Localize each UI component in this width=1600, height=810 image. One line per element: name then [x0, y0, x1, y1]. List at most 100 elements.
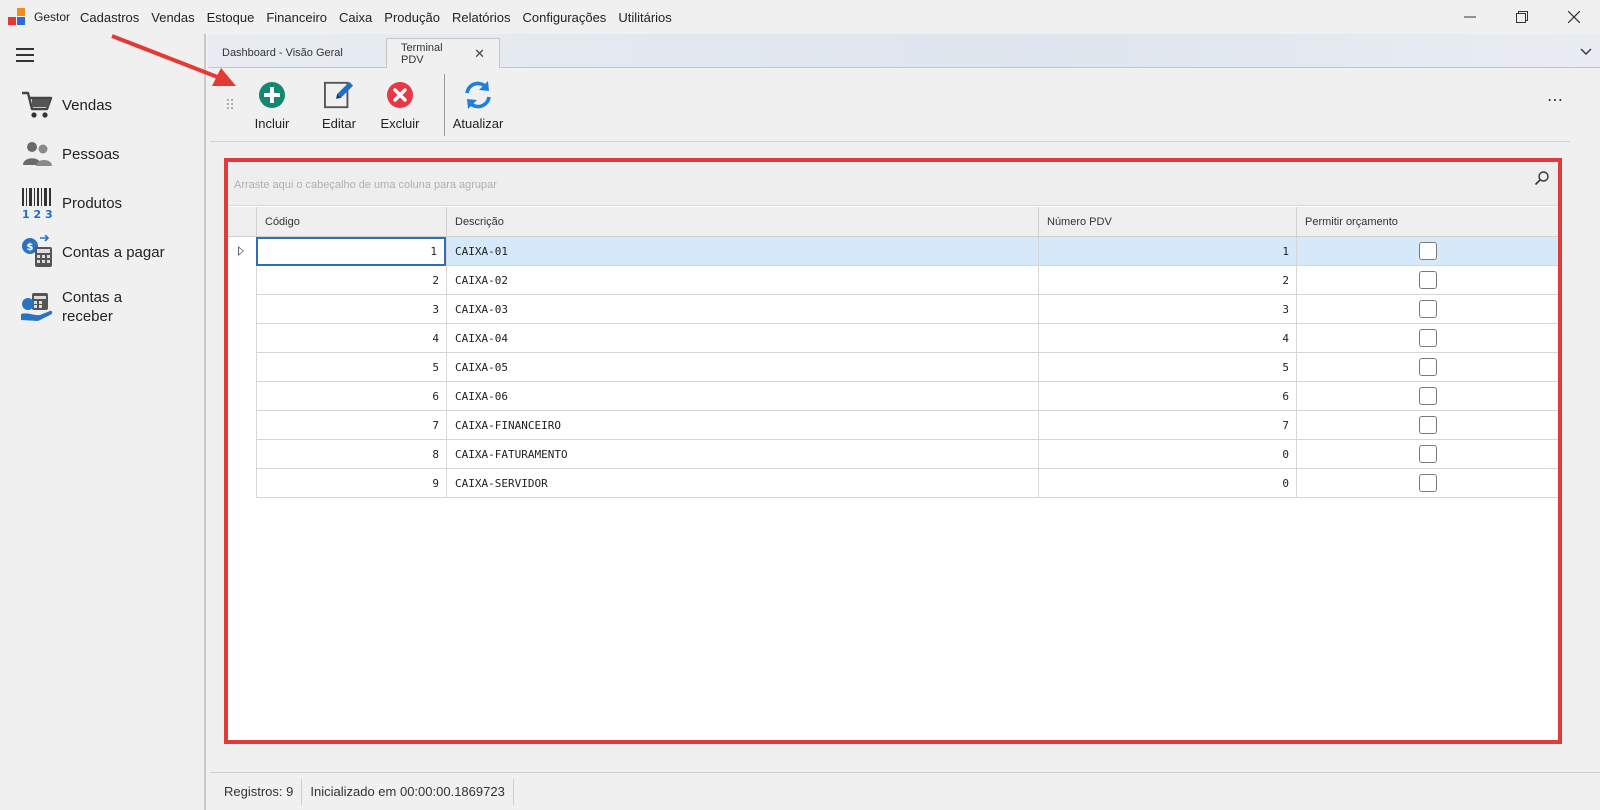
sidebar-item-pessoas[interactable]: Pessoas — [20, 137, 120, 171]
permitir-orcamento-checkbox[interactable] — [1418, 474, 1437, 492]
table-row[interactable]: 7 CAIXA-FINANCEIRO 7 — [228, 411, 1558, 440]
row-indicator[interactable] — [228, 237, 256, 266]
permitir-orcamento-checkbox[interactable] — [1418, 416, 1437, 434]
cell-numero-pdv[interactable]: 1 — [1038, 237, 1296, 266]
cell-descricao[interactable]: CAIXA-06 — [446, 382, 1038, 411]
sidebar-item-contas-receber[interactable]: Contas a receber — [20, 288, 152, 326]
row-indicator[interactable] — [228, 440, 256, 469]
menu-configuracoes[interactable]: Configurações — [516, 10, 612, 25]
cell-descricao[interactable]: CAIXA-02 — [446, 266, 1038, 295]
permitir-orcamento-checkbox[interactable] — [1418, 300, 1437, 318]
table-row[interactable]: 3 CAIXA-03 3 — [228, 295, 1558, 324]
close-icon — [1568, 11, 1580, 23]
permitir-orcamento-checkbox[interactable] — [1418, 387, 1437, 405]
cell-numero-pdv[interactable]: 0 — [1038, 469, 1296, 498]
grid-search-button[interactable] — [1534, 170, 1550, 189]
permitir-orcamento-checkbox[interactable] — [1418, 271, 1437, 289]
init-time: Inicializado em 00:00:00.1869723 — [302, 778, 514, 805]
permitir-orcamento-checkbox[interactable] — [1418, 329, 1437, 347]
row-indicator[interactable] — [228, 266, 256, 295]
menu-relatorios[interactable]: Relatórios — [446, 10, 517, 25]
row-indicator[interactable] — [228, 382, 256, 411]
table-row[interactable]: 9 CAIXA-SERVIDOR 0 — [228, 469, 1558, 498]
cell-codigo[interactable]: 7 — [256, 411, 446, 440]
refresh-button[interactable]: Atualizar — [448, 80, 508, 131]
permitir-orcamento-checkbox[interactable] — [1418, 358, 1437, 376]
row-indicator[interactable] — [228, 295, 256, 324]
table-row[interactable]: 8 CAIXA-FATURAMENTO 0 — [228, 440, 1558, 469]
menu-financeiro[interactable]: Financeiro — [260, 10, 333, 25]
permitir-orcamento-checkbox[interactable] — [1418, 445, 1437, 463]
main-content: Arraste aqui o cabeçalho de uma coluna p… — [210, 142, 1570, 772]
cell-descricao[interactable]: CAIXA-03 — [446, 295, 1038, 324]
cell-descricao[interactable]: CAIXA-FATURAMENTO — [446, 440, 1038, 469]
table-row[interactable]: 6 CAIXA-06 6 — [228, 382, 1558, 411]
tabs-dropdown-button[interactable] — [1580, 44, 1592, 59]
edit-label: Editar — [322, 116, 356, 131]
more-options-icon[interactable]: ⋯ — [1547, 90, 1564, 110]
include-label: Incluir — [254, 116, 290, 131]
hamburger-menu-icon[interactable] — [16, 48, 34, 62]
sidebar-item-contas-pagar[interactable]: $ Contas a pagar — [20, 235, 165, 269]
menu-utilitarios[interactable]: Utilitários — [612, 10, 677, 25]
tab-dashboard[interactable]: Dashboard - Visão Geral — [208, 38, 380, 68]
cell-codigo[interactable]: 3 — [256, 295, 446, 324]
cell-numero-pdv[interactable]: 2 — [1038, 266, 1296, 295]
cell-descricao[interactable]: CAIXA-05 — [446, 353, 1038, 382]
cell-descricao[interactable]: CAIXA-01 — [446, 237, 1038, 266]
column-header-descricao[interactable]: Descrição — [446, 207, 1038, 237]
column-header-label: Descrição — [455, 216, 504, 228]
cell-numero-pdv[interactable]: 6 — [1038, 382, 1296, 411]
cell-codigo[interactable]: 9 — [256, 469, 446, 498]
menu-vendas[interactable]: Vendas — [145, 10, 200, 25]
minimize-button[interactable] — [1444, 0, 1496, 34]
cell-numero-pdv[interactable]: 0 — [1038, 440, 1296, 469]
sidebar-item-produtos[interactable]: 1 2 3 Produtos — [20, 186, 122, 220]
status-bar: Registros: 9 Inicializado em 00:00:00.18… — [210, 772, 1600, 810]
sidebar-item-vendas[interactable]: Vendas — [20, 88, 112, 122]
group-by-panel[interactable]: Arraste aqui o cabeçalho de uma coluna p… — [228, 162, 1558, 206]
sidebar-item-label: Pessoas — [62, 145, 120, 163]
table-row[interactable]: 1 CAIXA-01 1 — [228, 237, 1558, 266]
cell-codigo[interactable]: 5 — [256, 353, 446, 382]
column-header-permitir-orcamento[interactable]: Permitir orçamento — [1296, 207, 1558, 237]
close-tab-icon[interactable]: ✕ — [474, 46, 485, 62]
cell-descricao[interactable]: CAIXA-SERVIDOR — [446, 469, 1038, 498]
cell-codigo[interactable]: 1 — [256, 237, 446, 266]
column-header-numero-pdv[interactable]: Número PDV — [1038, 207, 1296, 237]
cell-codigo[interactable]: 8 — [256, 440, 446, 469]
cell-codigo[interactable]: 2 — [256, 266, 446, 295]
table-row[interactable]: 5 CAIXA-05 5 — [228, 353, 1558, 382]
menu-cadastros[interactable]: Cadastros — [74, 10, 145, 25]
toolbar-grip-icon[interactable] — [226, 98, 234, 113]
permitir-orcamento-checkbox[interactable] — [1418, 242, 1437, 260]
row-indicator[interactable] — [228, 353, 256, 382]
include-button[interactable]: Incluir — [242, 80, 302, 131]
sidebar-item-label: Produtos — [62, 194, 123, 212]
menu-bar: Gestor Cadastros Vendas Estoque Financei… — [0, 0, 1600, 34]
cell-numero-pdv[interactable]: 5 — [1038, 353, 1296, 382]
close-window-button[interactable] — [1548, 0, 1600, 34]
cell-permitir-orcamento — [1296, 353, 1558, 382]
cell-descricao[interactable]: CAIXA-04 — [446, 324, 1038, 353]
edit-button[interactable]: Editar — [309, 80, 369, 131]
restore-button[interactable] — [1496, 0, 1548, 34]
menu-estoque[interactable]: Estoque — [201, 10, 261, 25]
menu-producao[interactable]: Produção — [378, 10, 446, 25]
cell-descricao[interactable]: CAIXA-FINANCEIRO — [446, 411, 1038, 440]
delete-button[interactable]: Excluir — [370, 80, 430, 131]
cell-numero-pdv[interactable]: 4 — [1038, 324, 1296, 353]
row-indicator[interactable] — [228, 324, 256, 353]
row-indicator[interactable] — [228, 469, 256, 498]
cell-codigo[interactable]: 6 — [256, 382, 446, 411]
cell-codigo[interactable]: 4 — [256, 324, 446, 353]
menu-caixa[interactable]: Caixa — [333, 10, 378, 25]
cell-numero-pdv[interactable]: 3 — [1038, 295, 1296, 324]
svg-text:$: $ — [27, 242, 34, 253]
row-indicator[interactable] — [228, 411, 256, 440]
table-row[interactable]: 4 CAIXA-04 4 — [228, 324, 1558, 353]
column-header-codigo[interactable]: Código — [256, 207, 446, 237]
table-row[interactable]: 2 CAIXA-02 2 — [228, 266, 1558, 295]
tab-terminal-pdv[interactable]: Terminal PDV ✕ — [386, 38, 500, 68]
cell-numero-pdv[interactable]: 7 — [1038, 411, 1296, 440]
